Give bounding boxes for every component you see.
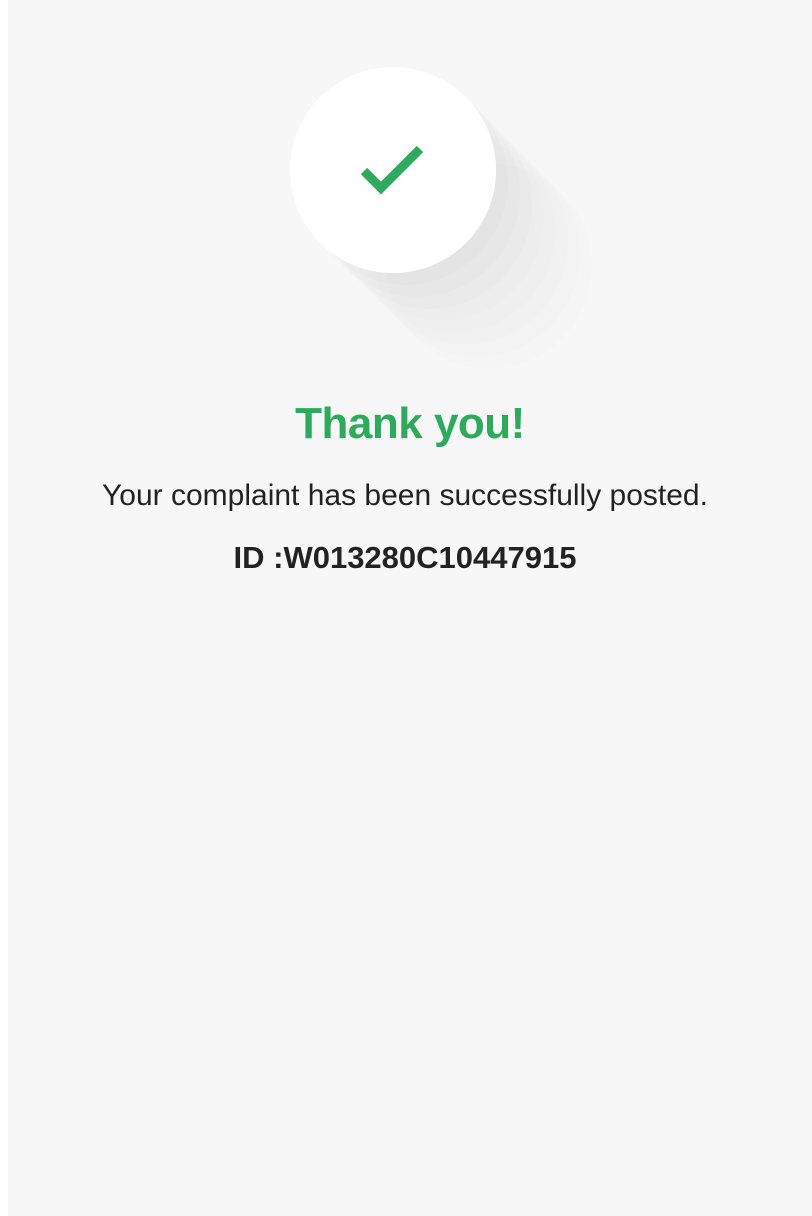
success-screen: Thank you! Your complaint has been succe…	[8, 0, 812, 1216]
complaint-id: ID :W013280C10447915	[233, 540, 577, 575]
thank-you-title: Thank you!	[295, 399, 525, 448]
success-badge	[290, 67, 496, 273]
success-message: Your complaint has been successfully pos…	[102, 479, 708, 512]
check-icon	[360, 145, 424, 195]
